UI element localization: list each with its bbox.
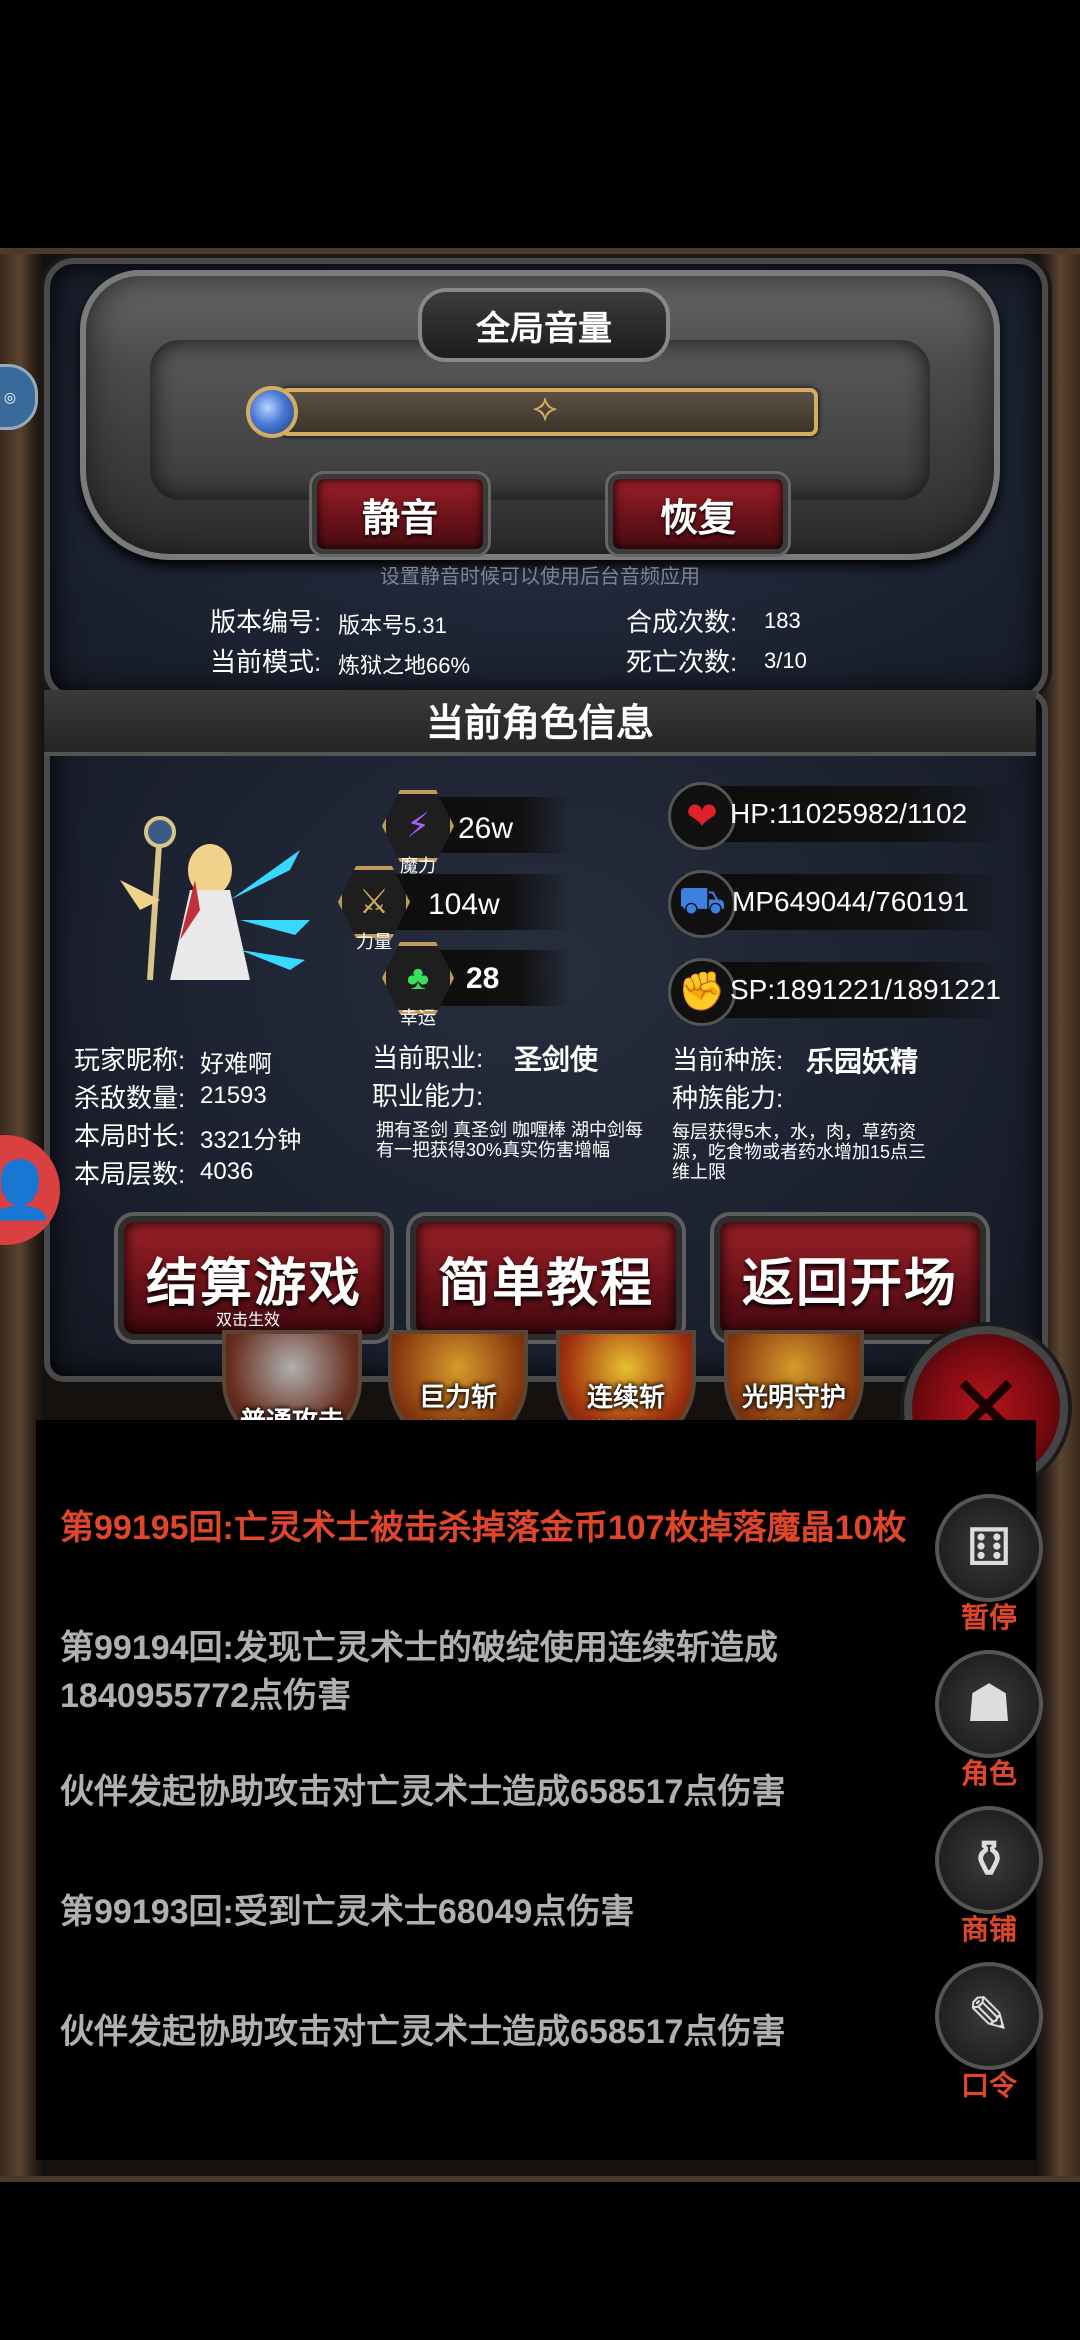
version-label: 版本编号: [210, 607, 322, 637]
return-opening-button[interactable]: 返回开场 [714, 1216, 986, 1340]
shop-icon: ⚱ [935, 1806, 1043, 1914]
mp-value: MP649044/760191 [732, 886, 969, 917]
job-value: 圣剑使 [514, 1044, 599, 1075]
kills-value: 21593 [200, 1082, 267, 1109]
player-name-label: 玩家昵称: [74, 1045, 186, 1075]
book-icon: ✎ [935, 1962, 1043, 2070]
luck-value: 28 [466, 962, 500, 995]
log-line: 伙伴发起协助攻击对亡灵术士造成658517点伤害 [60, 2013, 786, 2051]
duration-value: 3321分钟 [200, 1127, 302, 1154]
heart-icon: ❤ [668, 782, 736, 850]
stamina-icon: ✊ [668, 958, 736, 1026]
volume-title: 全局音量 [418, 288, 670, 362]
log-line: 第99193回:受到亡灵术士68049点伤害 [60, 1893, 635, 1931]
version-value: 版本号5.31 [338, 613, 447, 638]
floors-value: 4036 [200, 1158, 254, 1185]
sp-value: SP:1891221/1891221 [730, 974, 1001, 1005]
tutorial-button[interactable]: 简单教程 [410, 1216, 682, 1340]
log-line: 伙伴发起协助攻击对亡灵术士造成658517点伤害 [60, 1773, 786, 1811]
strength-value: 104w [428, 888, 500, 921]
player-name: 好难啊 [200, 1051, 272, 1078]
mana-icon: ⛟ [668, 870, 736, 938]
magic-value: 26w [458, 812, 514, 845]
settle-hint: 双击生效 [215, 1312, 280, 1329]
log-line: 第99194回:发现亡灵术士的破绽使用连续斩造成1840955772点伤害 [60, 1629, 778, 1715]
mode-label: 当前模式: [210, 647, 322, 677]
code-button[interactable]: ✎ 口令 [934, 1962, 1044, 2104]
restore-button[interactable]: 恢复 [608, 474, 788, 554]
dice-icon: ⚅ [935, 1494, 1043, 1602]
hp-value: HP:11025982/1102 [730, 798, 968, 829]
floors-label: 本局层数: [74, 1159, 186, 1189]
mute-button[interactable]: 静音 [312, 474, 488, 554]
duration-label: 本局时长: [74, 1121, 186, 1151]
job-label: 当前职业: [372, 1043, 484, 1073]
shop-button[interactable]: ⚱ 商铺 [934, 1806, 1044, 1948]
job-ability-label: 职业能力: [372, 1081, 484, 1111]
character-section-title: 当前角色信息 [425, 703, 654, 745]
race-ability-text: 每层获得5木，水，肉，草药资源，吃食物或者药水增加15点三维上限 [672, 1122, 927, 1182]
kills-label: 杀敌数量: [74, 1083, 186, 1113]
mode-value: 炼狱之地66% [338, 653, 471, 678]
volume-slider-knob[interactable] [246, 386, 298, 438]
hood-icon: ☗ [935, 1650, 1043, 1758]
death-label: 死亡次数: [626, 647, 738, 677]
luck-label: 幸运 [400, 1008, 436, 1028]
character-button[interactable]: ☗ 角色 [934, 1650, 1044, 1792]
death-value: 3/10 [764, 648, 807, 673]
race-value: 乐园妖精 [806, 1046, 919, 1077]
slider-ornament-icon: ⟡ [532, 387, 558, 429]
craft-label: 合成次数: [626, 607, 738, 637]
race-label: 当前种族: [672, 1045, 784, 1075]
craft-value: 183 [764, 608, 801, 633]
job-ability-text: 拥有圣剑 真圣剑 咖喱棒 湖中剑每有一把获得30%真实伤害增幅 [376, 1120, 644, 1160]
race-ability-label: 种族能力: [672, 1083, 784, 1113]
log-line: 第99195回:亡灵术士被击杀掉落金币107枚掉落魔晶10枚 [60, 1509, 907, 1547]
pause-button[interactable]: ⚅ 暂停 [934, 1494, 1044, 1636]
character-portrait [120, 816, 310, 981]
mute-hint: 设置静音时候可以使用后台音频应用 [380, 566, 700, 588]
